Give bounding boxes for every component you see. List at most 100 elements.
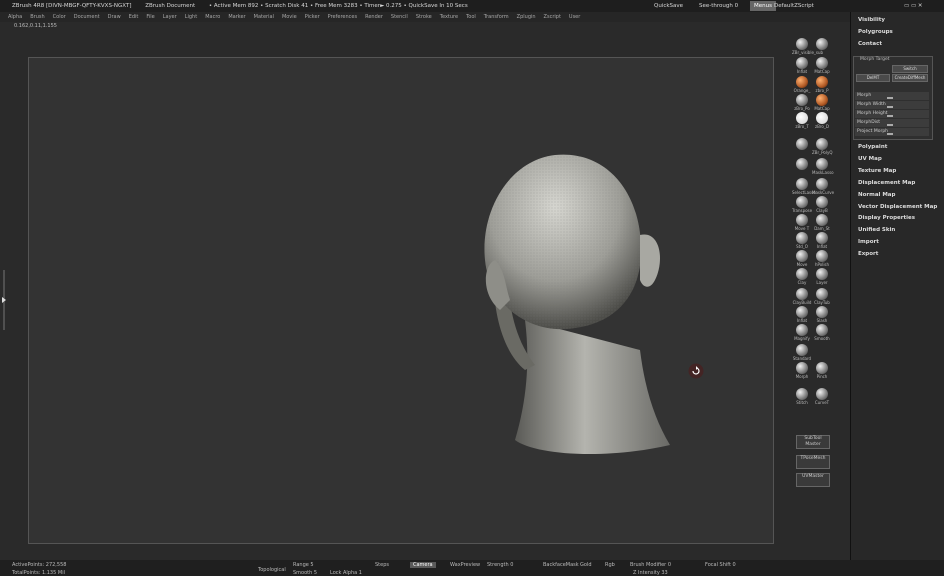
lock-alpha-slider[interactable]: Lock Alpha 1 <box>330 570 362 576</box>
brush-button[interactable]: hPolish <box>812 250 832 268</box>
menu-marker[interactable]: Marker <box>228 14 245 20</box>
brush-button[interactable]: Clay <box>792 268 812 286</box>
brush-button[interactable]: MatCap <box>812 57 832 75</box>
default-zscript-button[interactable]: DefaultZScript <box>770 1 818 11</box>
rgb-button[interactable]: Rgb <box>605 562 615 568</box>
brush-button[interactable]: Standard <box>792 344 812 362</box>
brush-button[interactable]: Inflat <box>812 232 832 250</box>
strength-slider[interactable]: Strength 0 <box>487 562 513 568</box>
brush-button[interactable] <box>792 158 812 176</box>
morph-target-title[interactable]: Morph Target <box>860 57 890 62</box>
brush-button[interactable]: Smooth <box>812 324 832 342</box>
menu-material[interactable]: Material <box>254 14 274 20</box>
window-controls[interactable]: ▭ ▭ ✕ <box>900 1 927 11</box>
brush-button[interactable]: SelectLasso <box>792 178 816 196</box>
focal-shift-slider[interactable]: Focal Shift 0 <box>705 562 736 568</box>
normal-map-menu[interactable]: Normal Map <box>858 192 895 198</box>
brush-button[interactable]: Slash <box>812 306 832 324</box>
brush-button[interactable]: Move T <box>792 214 812 232</box>
see-through-slider[interactable]: See-through 0 <box>695 1 742 11</box>
menu-brush[interactable]: Brush <box>30 14 44 20</box>
quicksave-button[interactable]: QuickSave <box>650 1 687 11</box>
transpose-master-button[interactable]: TPoseMesh <box>796 455 830 469</box>
brush-button[interactable]: ClayBuild <box>792 288 812 306</box>
menu-macro[interactable]: Macro <box>205 14 220 20</box>
brush-button[interactable]: zBro_Po <box>792 94 812 112</box>
switch-button[interactable]: Switch <box>892 65 928 73</box>
project-morph-slider[interactable]: Project Morph <box>855 128 929 136</box>
uv-master-button[interactable]: UVMaster <box>796 473 830 487</box>
create-diff-mesh-button[interactable]: CreateDiffMesh <box>892 74 928 82</box>
brush-button[interactable]: zBro_T <box>792 112 812 130</box>
morph-slider[interactable]: Morph <box>855 92 929 100</box>
brush-button[interactable]: CurveT <box>812 388 832 406</box>
menu-layer[interactable]: Layer <box>163 14 177 20</box>
brush-button[interactable]: MatCap <box>812 94 832 112</box>
displacement-map-menu[interactable]: Displacement Map <box>858 180 915 186</box>
visibility-menu[interactable]: Visibility <box>858 17 885 23</box>
subtool-master-button[interactable]: SubTool Master <box>796 435 830 449</box>
texture-map-menu[interactable]: Texture Map <box>858 168 896 174</box>
export-menu[interactable]: Export <box>858 251 878 257</box>
brush-button[interactable]: Inflat <box>792 57 812 75</box>
menu-stencil[interactable]: Stencil <box>391 14 408 20</box>
menu-transform[interactable]: Transform <box>484 14 509 20</box>
brush-button[interactable] <box>812 38 832 56</box>
morph-dist-slider[interactable]: MorphDist <box>855 119 929 127</box>
contact-menu[interactable]: Contact <box>858 41 882 47</box>
menu-movie[interactable]: Movie <box>282 14 297 20</box>
menu-color[interactable]: Color <box>53 14 66 20</box>
import-menu[interactable]: Import <box>858 239 879 245</box>
menu-zscript[interactable]: Zscript <box>544 14 561 20</box>
menu-document[interactable]: Document <box>74 14 100 20</box>
brush-button[interactable]: Transpose <box>792 196 812 214</box>
morph-height-slider[interactable]: Morph Height <box>855 110 929 118</box>
brush-button[interactable]: ClayTub <box>812 288 832 306</box>
brush-button[interactable]: Orange_ <box>792 76 812 94</box>
brush-button[interactable]: MaskLasso <box>812 158 834 176</box>
head-sculpt-model[interactable] <box>455 150 695 484</box>
menu-draw[interactable]: Draw <box>108 14 121 20</box>
brush-button[interactable]: MaskCurve <box>812 178 834 196</box>
menu-alpha[interactable]: Alpha <box>8 14 22 20</box>
brush-button[interactable]: Magnify <box>792 324 812 342</box>
brush-button[interactable]: zBro_D <box>812 112 832 130</box>
topological-toggle[interactable]: Topological <box>258 567 286 573</box>
wax-preview-button[interactable]: WaxPreview <box>450 562 480 568</box>
morph-width-slider[interactable]: Morph Width <box>855 101 929 109</box>
menu-light[interactable]: Light <box>185 14 197 20</box>
menu-preferences[interactable]: Preferences <box>328 14 357 20</box>
brush-button[interactable]: Dam_St <box>812 214 832 232</box>
brush-modifier-slider[interactable]: Brush Modifier 0 <box>630 562 671 568</box>
brush-button[interactable]: ZBr_visible_sub <box>792 38 823 56</box>
smooth-slider[interactable]: Smooth 5 <box>293 570 317 576</box>
menu-texture[interactable]: Texture <box>440 14 458 20</box>
brush-button[interactable] <box>792 138 812 156</box>
gold-button[interactable]: Gold <box>580 562 592 568</box>
menu-user[interactable]: User <box>569 14 580 20</box>
brush-button[interactable]: Stitch <box>792 388 812 406</box>
range-slider[interactable]: Range 5 <box>293 562 314 568</box>
left-tray-handle[interactable] <box>0 270 8 330</box>
menu-picker[interactable]: Picker <box>305 14 320 20</box>
brush-button[interactable]: Morph <box>792 362 812 380</box>
uv-map-menu[interactable]: UV Map <box>858 156 882 162</box>
steps-button[interactable]: Steps <box>375 562 389 568</box>
brush-button[interactable]: Move <box>792 250 812 268</box>
menu-file[interactable]: File <box>146 14 154 20</box>
delmt-button[interactable]: DelMT <box>856 74 890 82</box>
display-properties-menu[interactable]: Display Properties <box>858 215 915 221</box>
camera-button[interactable]: Camera <box>410 562 436 568</box>
brush-button[interactable]: Std_O <box>792 232 812 250</box>
brush-button[interactable]: Inflat <box>792 306 812 324</box>
menu-zplugin[interactable]: Zplugin <box>517 14 536 20</box>
brush-button[interactable]: ZBr_PolyQ <box>812 138 832 156</box>
brush-button[interactable]: zbro_P <box>812 76 832 94</box>
polygroups-menu[interactable]: Polygroups <box>858 29 893 35</box>
brush-button[interactable]: ClayB <box>812 196 832 214</box>
polypaint-menu[interactable]: Polypaint <box>858 144 887 150</box>
menu-stroke[interactable]: Stroke <box>416 14 432 20</box>
brush-button[interactable]: Pinch <box>812 362 832 380</box>
z-intensity-slider[interactable]: Z Intensity 33 <box>633 570 668 576</box>
vector-displacement-map-menu[interactable]: Vector Displacement Map <box>858 204 937 210</box>
